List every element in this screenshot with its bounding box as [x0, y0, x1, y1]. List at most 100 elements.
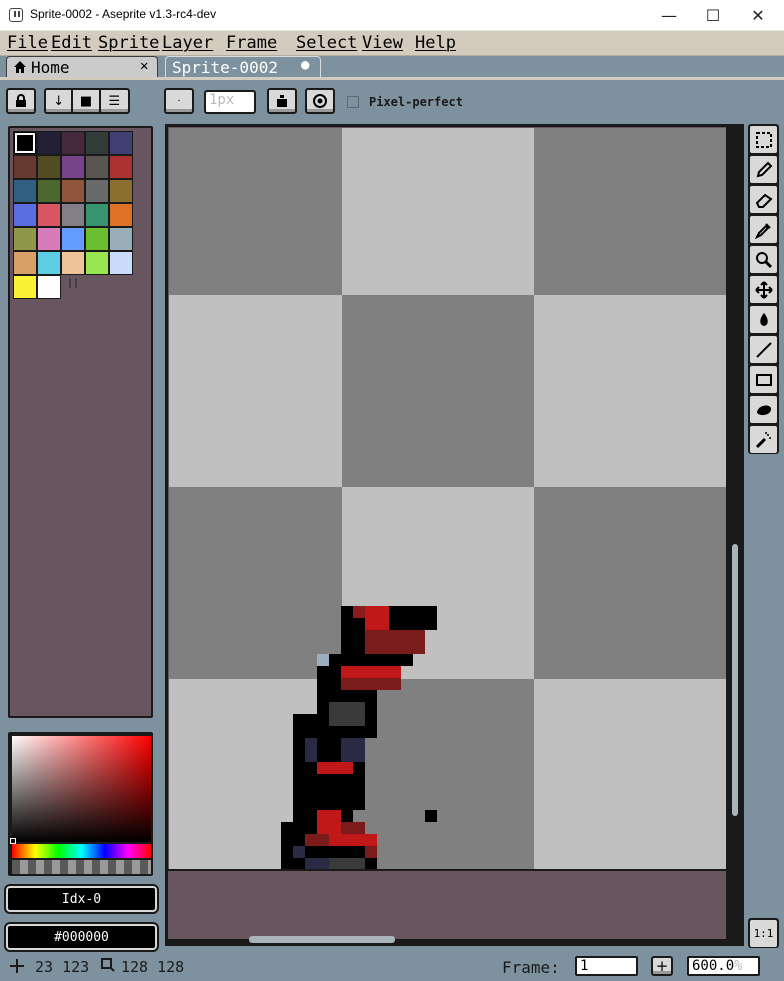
palette-swatch[interactable] — [13, 251, 37, 275]
contour-icon — [756, 405, 771, 415]
tab-home-label: Home — [31, 58, 70, 77]
tool-contour[interactable] — [750, 396, 777, 423]
brush-type-button[interactable]: · — [164, 88, 194, 114]
canvas-area[interactable] — [168, 127, 726, 939]
tool-rectangle[interactable] — [750, 366, 777, 393]
palette-swatch[interactable] — [37, 275, 61, 299]
tool-rectangular-marquee[interactable] — [750, 126, 777, 153]
menu-lines-icon: ☰ — [108, 93, 121, 109]
palette-swatch[interactable] — [13, 203, 37, 227]
palette-swatch[interactable] — [13, 275, 37, 299]
transparency-checkerboard — [169, 128, 726, 870]
palette-swatch[interactable] — [13, 179, 37, 203]
menu-frame[interactable]: Frame — [226, 33, 277, 53]
palette-swatch[interactable] — [37, 131, 61, 155]
spray-icon — [755, 431, 771, 448]
menu-view[interactable]: View — [362, 33, 403, 53]
palette-menu-button[interactable]: ☰ — [101, 90, 128, 112]
palette-swatch[interactable] — [85, 203, 109, 227]
pixel-perfect-checkbox[interactable] — [347, 96, 359, 108]
tool-move[interactable] — [750, 276, 777, 303]
tab-home-close-icon[interactable]: ✕ — [140, 58, 148, 74]
menu-bar: File Edit Sprite Layer Frame Select View… — [0, 31, 784, 56]
palette-swatch[interactable] — [61, 203, 85, 227]
zoom-value: 600.0 — [692, 958, 735, 974]
menu-file[interactable]: File — [7, 33, 48, 53]
palette-swatch[interactable] — [37, 155, 61, 179]
alpha-slider[interactable] — [12, 860, 151, 874]
add-frame-button[interactable]: + — [651, 956, 673, 976]
paint-bucket-icon — [759, 312, 768, 326]
lock-palette-button[interactable] — [6, 88, 36, 114]
palette-swatch[interactable] — [13, 155, 37, 179]
palette-swatch[interactable] — [85, 131, 109, 155]
horizontal-scrollbar[interactable] — [249, 936, 395, 943]
menu-sprite[interactable]: Sprite — [98, 33, 159, 53]
tool-paint-bucket[interactable] — [750, 306, 777, 333]
zoom-field[interactable]: 600.0% — [687, 956, 760, 976]
brush-size-field[interactable]: 1px — [204, 90, 256, 114]
tool-zoom[interactable] — [750, 246, 777, 273]
palette-swatch[interactable] — [13, 131, 37, 155]
tab-bar: Home ✕ Sprite-0002 ● — [0, 56, 784, 78]
tab-home[interactable]: Home ✕ — [6, 56, 158, 78]
menu-help[interactable]: Help — [415, 33, 456, 53]
tool-eraser[interactable] — [750, 186, 777, 213]
tool-spray[interactable] — [750, 426, 777, 453]
tool-pencil[interactable] — [750, 156, 777, 183]
palette-swatch[interactable] — [85, 251, 109, 275]
vertical-scrollbar[interactable] — [732, 544, 738, 816]
minimize-button[interactable]: — — [646, 0, 692, 31]
palette-swatch[interactable] — [109, 155, 133, 179]
status-bar: 23 123 128 128 Frame: 1 + 600.0% — [0, 952, 784, 981]
palette-swatch[interactable] — [13, 227, 37, 251]
palette-presets-button[interactable]: ■ — [73, 90, 101, 112]
palette-swatch[interactable] — [61, 155, 85, 179]
sprite-editor — [165, 124, 744, 946]
palette-swatch[interactable] — [37, 179, 61, 203]
menu-edit[interactable]: Edit — [51, 33, 92, 53]
palette-swatch[interactable] — [37, 251, 61, 275]
close-window-button[interactable]: ✕ — [735, 0, 781, 31]
maximize-button[interactable]: ☐ — [690, 0, 736, 31]
ink-type-button[interactable] — [267, 88, 297, 114]
window-title: Sprite-0002 - Aseprite v1.3-rc4-dev — [30, 7, 217, 21]
palette-swatch[interactable] — [109, 179, 133, 203]
palette-swatch[interactable] — [61, 227, 85, 251]
palette-resize-handle[interactable]: || — [67, 278, 79, 289]
palette-swatch[interactable] — [85, 155, 109, 179]
pencil-icon — [756, 161, 772, 177]
canvas-bottom-edge — [168, 869, 726, 871]
palette-swatch[interactable] — [85, 227, 109, 251]
palette-swatch[interactable] — [85, 179, 109, 203]
tool-line[interactable] — [750, 336, 777, 363]
tab-sprite-label: Sprite-0002 — [172, 58, 278, 77]
saturation-value-field[interactable] — [12, 736, 151, 842]
menu-select[interactable]: Select — [296, 33, 357, 53]
palette-swatch[interactable] — [37, 227, 61, 251]
palette-swatch[interactable] — [109, 131, 133, 155]
eyedropper-icon — [754, 222, 771, 239]
hue-slider[interactable] — [12, 844, 151, 858]
palette-swatch[interactable] — [109, 227, 133, 251]
palette-swatch[interactable] — [37, 203, 61, 227]
move-arrows-icon — [754, 280, 773, 299]
ink-bottle-icon — [277, 95, 287, 107]
tool-eyedropper[interactable] — [750, 216, 777, 243]
menu-layer[interactable]: Layer — [162, 33, 213, 53]
zoom-reset-button[interactable]: 1:1 — [750, 920, 777, 947]
sprite-canvas[interactable] — [169, 128, 726, 870]
palette-swatch[interactable] — [109, 251, 133, 275]
palette-swatch[interactable] — [61, 251, 85, 275]
palette-swatch[interactable] — [61, 179, 85, 203]
crosshair-icon — [10, 959, 24, 973]
unsaved-dot-icon[interactable]: ● — [301, 57, 309, 73]
frame-number-field[interactable]: 1 — [575, 956, 638, 976]
target-icon — [313, 94, 327, 108]
color-hex-field[interactable]: #000000 — [4, 922, 159, 952]
palette-swatch[interactable] — [61, 131, 85, 155]
tool-options-button[interactable] — [305, 88, 335, 114]
palette-sort-button[interactable]: ↓ — [46, 90, 74, 112]
tab-sprite[interactable]: Sprite-0002 ● — [165, 56, 321, 78]
palette-swatch[interactable] — [109, 203, 133, 227]
